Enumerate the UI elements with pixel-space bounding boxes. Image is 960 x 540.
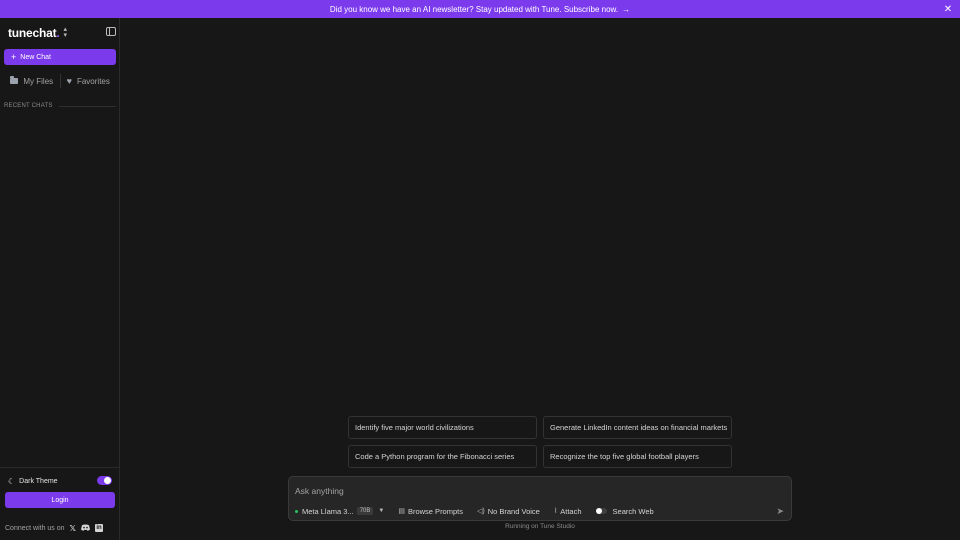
connect-row: Connect with us on 𝕏 in (5, 523, 103, 533)
ask-input[interactable] (295, 485, 755, 497)
new-chat-button[interactable]: + New Chat (4, 49, 116, 65)
chevron-updown-icon[interactable]: ▴ ▾ (64, 26, 68, 39)
attach-button[interactable]: ⌇ Attach (554, 507, 582, 516)
connect-label: Connect with us on (5, 524, 65, 532)
suggestion-card[interactable]: Generate LinkedIn content ideas on finan… (543, 416, 732, 439)
login-button[interactable]: Login (5, 492, 115, 508)
brand-voice-label: No Brand Voice (487, 506, 540, 516)
voice-icon: ◁) (477, 508, 485, 515)
search-web-toggle-row[interactable]: Search Web (595, 506, 654, 516)
banner-text[interactable]: Did you know we have an AI newsletter? S… (330, 5, 618, 14)
model-name: Meta Llama 3... (302, 506, 354, 516)
logo-dot: . (56, 26, 60, 40)
heart-icon: ♥ (66, 76, 72, 86)
my-files-label: My Files (23, 76, 54, 86)
discord-icon[interactable] (81, 524, 90, 533)
logo[interactable]: tunechat. (8, 26, 60, 40)
sidebar-bottom-divider (0, 467, 120, 468)
suggestion-card[interactable]: Recognize the top five global football p… (543, 445, 732, 468)
model-status-dot (295, 509, 298, 513)
linkedin-icon[interactable]: in (95, 524, 103, 532)
brand-voice-button[interactable]: ◁) No Brand Voice (477, 507, 540, 516)
suggestion-card[interactable]: Identify five major world civilizations (348, 416, 537, 439)
composer-toolbar: Meta Llama 3... 70B ▼ ▤ Browse Prompts ◁… (295, 506, 654, 516)
logo-row: tunechat. ▴ ▾ (8, 26, 116, 40)
recent-chats-divider (58, 105, 116, 107)
dark-theme-label: Dark Theme (19, 477, 58, 485)
search-web-toggle[interactable] (595, 508, 607, 514)
search-web-label: Search Web (612, 506, 654, 516)
announcement-banner[interactable]: Did you know we have an AI newsletter? S… (0, 0, 960, 18)
plus-icon: + (11, 52, 17, 62)
moon-icon: ☾ (8, 476, 16, 486)
recent-chats-label: RECENT CHATS (4, 103, 53, 109)
send-icon[interactable]: ➤ (776, 506, 784, 517)
model-size-badge: 70B (356, 507, 374, 515)
sidebar: tunechat. ▴ ▾ + New Chat My Files ♥ Favor… (0, 18, 120, 540)
arrow-right-icon: → (622, 4, 631, 14)
chat-composer: Meta Llama 3... 70B ▼ ▤ Browse Prompts ◁… (288, 476, 792, 521)
browse-prompts-label: Browse Prompts (407, 506, 463, 516)
close-icon[interactable]: ✕ (942, 3, 954, 15)
caret-down-icon: ▼ (378, 508, 385, 514)
sidebar-item-my-files[interactable]: My Files (4, 76, 60, 86)
sidebar-collapse-icon[interactable] (106, 27, 116, 36)
attach-label: Attach (560, 506, 582, 516)
logo-text: tunechat (8, 26, 57, 40)
browse-prompts-button[interactable]: ▤ Browse Prompts (398, 507, 463, 516)
paperclip-icon: ⌇ (553, 508, 558, 515)
running-on-label: Running on Tune Studio (505, 523, 575, 530)
suggestion-card[interactable]: Code a Python program for the Fibonacci … (348, 445, 537, 468)
dark-theme-toggle[interactable] (97, 476, 112, 485)
document-icon: ▤ (398, 508, 405, 515)
x-icon[interactable]: 𝕏 (70, 524, 76, 533)
folder-icon (10, 76, 19, 84)
sidebar-item-favorites[interactable]: ♥ Favorites (61, 76, 117, 86)
dark-theme-row: ☾ Dark Theme (8, 476, 112, 486)
recent-chats-header: RECENT CHATS (4, 103, 116, 109)
sidebar-nav: My Files ♥ Favorites (4, 74, 116, 88)
new-chat-label: New Chat (20, 53, 51, 61)
favorites-label: Favorites (76, 76, 110, 86)
model-selector[interactable]: Meta Llama 3... 70B ▼ (295, 507, 384, 516)
